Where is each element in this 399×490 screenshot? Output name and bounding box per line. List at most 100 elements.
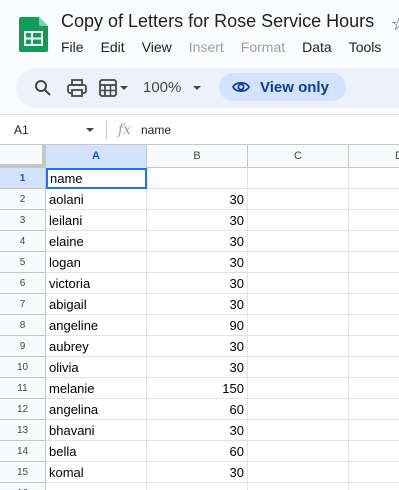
row-header[interactable]: 11 <box>0 378 46 399</box>
cell-c[interactable] <box>248 336 349 357</box>
cell-d[interactable] <box>349 378 399 399</box>
formula-input[interactable]: name <box>141 123 171 137</box>
row-header[interactable]: 3 <box>0 210 46 231</box>
sheets-logo-icon[interactable] <box>19 17 48 52</box>
row-header[interactable]: 12 <box>0 399 46 420</box>
zoom-chevron-down-icon[interactable] <box>190 76 204 100</box>
document-title[interactable]: Copy of Letters for Rose Service Hours <box>61 11 374 32</box>
cell-a[interactable]: angeline <box>46 315 147 336</box>
name-box[interactable]: A1 <box>14 123 29 137</box>
cell-b[interactable]: 90 <box>147 315 248 336</box>
row-header[interactable]: 15 <box>0 462 46 483</box>
view-only-button[interactable]: View only <box>219 73 346 101</box>
cell-d[interactable] <box>349 231 399 252</box>
row-header[interactable]: 8 <box>0 315 46 336</box>
menu-edit[interactable]: Edit <box>101 39 125 57</box>
search-icon[interactable] <box>32 76 54 100</box>
cell-b[interactable]: 30 <box>147 189 248 210</box>
cell-d[interactable] <box>349 315 399 336</box>
cell-c[interactable] <box>248 168 349 189</box>
cell-d[interactable] <box>349 441 399 462</box>
row-header[interactable]: 1 <box>0 168 46 189</box>
cell-c[interactable] <box>248 315 349 336</box>
row-header[interactable]: 9 <box>0 336 46 357</box>
star-icon[interactable]: ☆ <box>391 14 399 35</box>
cell-a[interactable]: bella <box>46 441 147 462</box>
cell-c[interactable] <box>248 420 349 441</box>
cell-b[interactable]: 60 <box>147 399 248 420</box>
cell-c[interactable] <box>248 441 349 462</box>
name-box-chevron-down-icon[interactable] <box>86 128 94 132</box>
menu-insert[interactable]: Insert <box>189 39 224 57</box>
cell-d[interactable] <box>349 462 399 483</box>
cell-d[interactable] <box>349 189 399 210</box>
row-header[interactable]: 6 <box>0 273 46 294</box>
paint-format-menu-button[interactable] <box>96 76 132 100</box>
cell-b[interactable]: 30 <box>147 252 248 273</box>
row-header[interactable]: 2 <box>0 189 46 210</box>
cell-d[interactable] <box>349 336 399 357</box>
cell-c[interactable] <box>248 483 349 490</box>
row-header[interactable]: 10 <box>0 357 46 378</box>
cell-d[interactable] <box>349 168 399 189</box>
cell-a[interactable]: victoria <box>46 273 147 294</box>
cell-d[interactable] <box>349 252 399 273</box>
menu-tools[interactable]: Tools <box>349 39 382 57</box>
cell-a[interactable]: bhavani <box>46 420 147 441</box>
cell-c[interactable] <box>248 399 349 420</box>
cell-b[interactable]: 60 <box>147 441 248 462</box>
cell-b[interactable]: 30 <box>147 420 248 441</box>
cell-b[interactable]: 30 <box>147 336 248 357</box>
cell-a[interactable]: abigail <box>46 294 147 315</box>
cell-a[interactable] <box>46 483 147 490</box>
cell-a[interactable]: olivia <box>46 357 147 378</box>
cell-c[interactable] <box>248 231 349 252</box>
cell-c[interactable] <box>248 357 349 378</box>
cell-b[interactable]: 30 <box>147 210 248 231</box>
cell-d[interactable] <box>349 357 399 378</box>
column-header-d[interactable]: D <box>349 145 399 168</box>
cell-a[interactable]: elaine <box>46 231 147 252</box>
cell-a[interactable]: aolani <box>46 189 147 210</box>
cell-b[interactable]: 30 <box>147 462 248 483</box>
column-header-a[interactable]: A <box>46 145 147 168</box>
cell-a[interactable]: leilani <box>46 210 147 231</box>
cell-c[interactable] <box>248 252 349 273</box>
zoom-level[interactable]: 100% <box>143 79 181 96</box>
row-header[interactable]: 4 <box>0 231 46 252</box>
print-icon[interactable] <box>66 76 88 100</box>
menu-data[interactable]: Data <box>302 39 332 57</box>
cell-a[interactable]: melanie <box>46 378 147 399</box>
cell-d[interactable] <box>349 210 399 231</box>
cell-d[interactable] <box>349 483 399 490</box>
cell-c[interactable] <box>248 210 349 231</box>
cell-c[interactable] <box>248 462 349 483</box>
cell-a[interactable]: name <box>46 168 147 189</box>
row-header[interactable]: 13 <box>0 420 46 441</box>
row-header[interactable]: 14 <box>0 441 46 462</box>
row-header[interactable]: 7 <box>0 294 46 315</box>
cell-d[interactable] <box>349 420 399 441</box>
cell-b[interactable] <box>147 168 248 189</box>
select-all-corner[interactable] <box>0 145 46 168</box>
cell-d[interactable] <box>349 399 399 420</box>
cell-a[interactable]: aubrey <box>46 336 147 357</box>
cell-b[interactable]: 30 <box>147 294 248 315</box>
column-header-b[interactable]: B <box>147 145 248 168</box>
cell-b[interactable]: 30 <box>147 273 248 294</box>
cell-a[interactable]: angelina <box>46 399 147 420</box>
cell-b[interactable]: 30 <box>147 231 248 252</box>
cell-c[interactable] <box>248 294 349 315</box>
cell-a[interactable]: logan <box>46 252 147 273</box>
cell-d[interactable] <box>349 273 399 294</box>
column-header-c[interactable]: C <box>248 145 349 168</box>
menu-format[interactable]: Format <box>241 39 285 57</box>
spreadsheet-grid[interactable]: ABCD 1 name 2 aolani 30 3 leilani 30 4 elaine 30 5 l… <box>0 144 399 490</box>
row-header[interactable]: 16 <box>0 483 46 490</box>
cell-d[interactable] <box>349 294 399 315</box>
cell-b[interactable]: 150 <box>147 378 248 399</box>
cell-b[interactable]: 30 <box>147 357 248 378</box>
menu-file[interactable]: File <box>61 39 84 57</box>
cell-c[interactable] <box>248 189 349 210</box>
cell-b[interactable] <box>147 483 248 490</box>
